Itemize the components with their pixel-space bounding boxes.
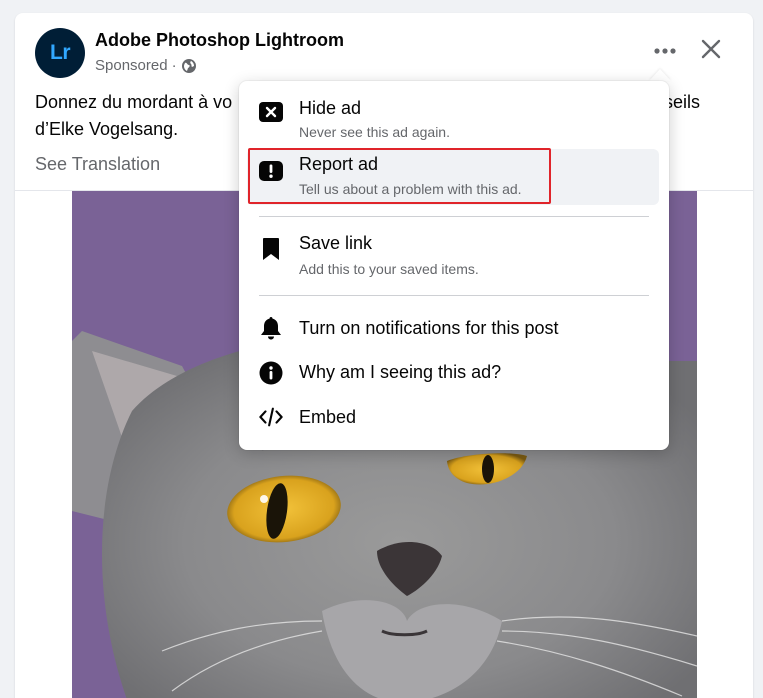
menu-caret <box>649 69 671 81</box>
menu-item-label: Save link <box>299 233 373 253</box>
bell-icon <box>259 316 283 340</box>
menu-item-label: Turn on notifications for this post <box>299 318 559 338</box>
post-text-line-1-end: seils <box>664 92 701 112</box>
page-avatar[interactable]: Lr <box>35 28 85 78</box>
menu-item-description: Add this to your saved items. <box>299 261 479 277</box>
menu-item-embed[interactable]: Embed <box>247 398 659 438</box>
bookmark-icon <box>259 237 283 261</box>
avatar-logo-text: Lr <box>50 41 71 64</box>
hide-post-button[interactable] <box>693 33 729 69</box>
code-icon <box>259 405 283 429</box>
close-icon <box>700 38 722 65</box>
menu-item-description: Tell us about a problem with this ad. <box>299 181 522 197</box>
meta-separator: · <box>171 57 177 74</box>
see-translation-link[interactable]: See Translation <box>35 154 160 175</box>
globe-icon <box>181 58 197 74</box>
menu-divider <box>259 216 649 217</box>
menu-item-save-link[interactable]: Save link Add this to your saved items. <box>247 227 659 285</box>
menu-item-label: Embed <box>299 407 357 427</box>
menu-item-report-ad[interactable]: Report ad Tell us about a problem with t… <box>247 149 659 205</box>
report-icon <box>259 159 283 183</box>
hide-icon <box>259 100 283 124</box>
menu-item-why-this-ad[interactable]: Why am I seeing this ad? <box>247 353 659 393</box>
menu-item-label: Hide ad <box>299 98 362 118</box>
sponsored-label[interactable]: Sponsored <box>95 57 168 74</box>
ad-options-menu: Hide ad Never see this ad again. Report … <box>239 81 669 450</box>
menu-item-notifications[interactable]: Turn on notifications for this post <box>247 309 659 349</box>
menu-item-hide-ad[interactable]: Hide ad Never see this ad again. <box>247 91 659 147</box>
more-options-button[interactable] <box>647 35 683 67</box>
more-horizontal-icon <box>653 42 677 60</box>
menu-item-description: Never see this ad again. <box>299 124 450 140</box>
post-meta: Sponsored · <box>95 57 197 74</box>
info-icon <box>259 361 283 385</box>
page-name-link[interactable]: Adobe Photoshop Lightroom <box>95 30 344 51</box>
menu-divider <box>259 295 649 296</box>
menu-item-label: Why am I seeing this ad? <box>299 362 502 382</box>
menu-item-label: Report ad <box>299 154 379 174</box>
